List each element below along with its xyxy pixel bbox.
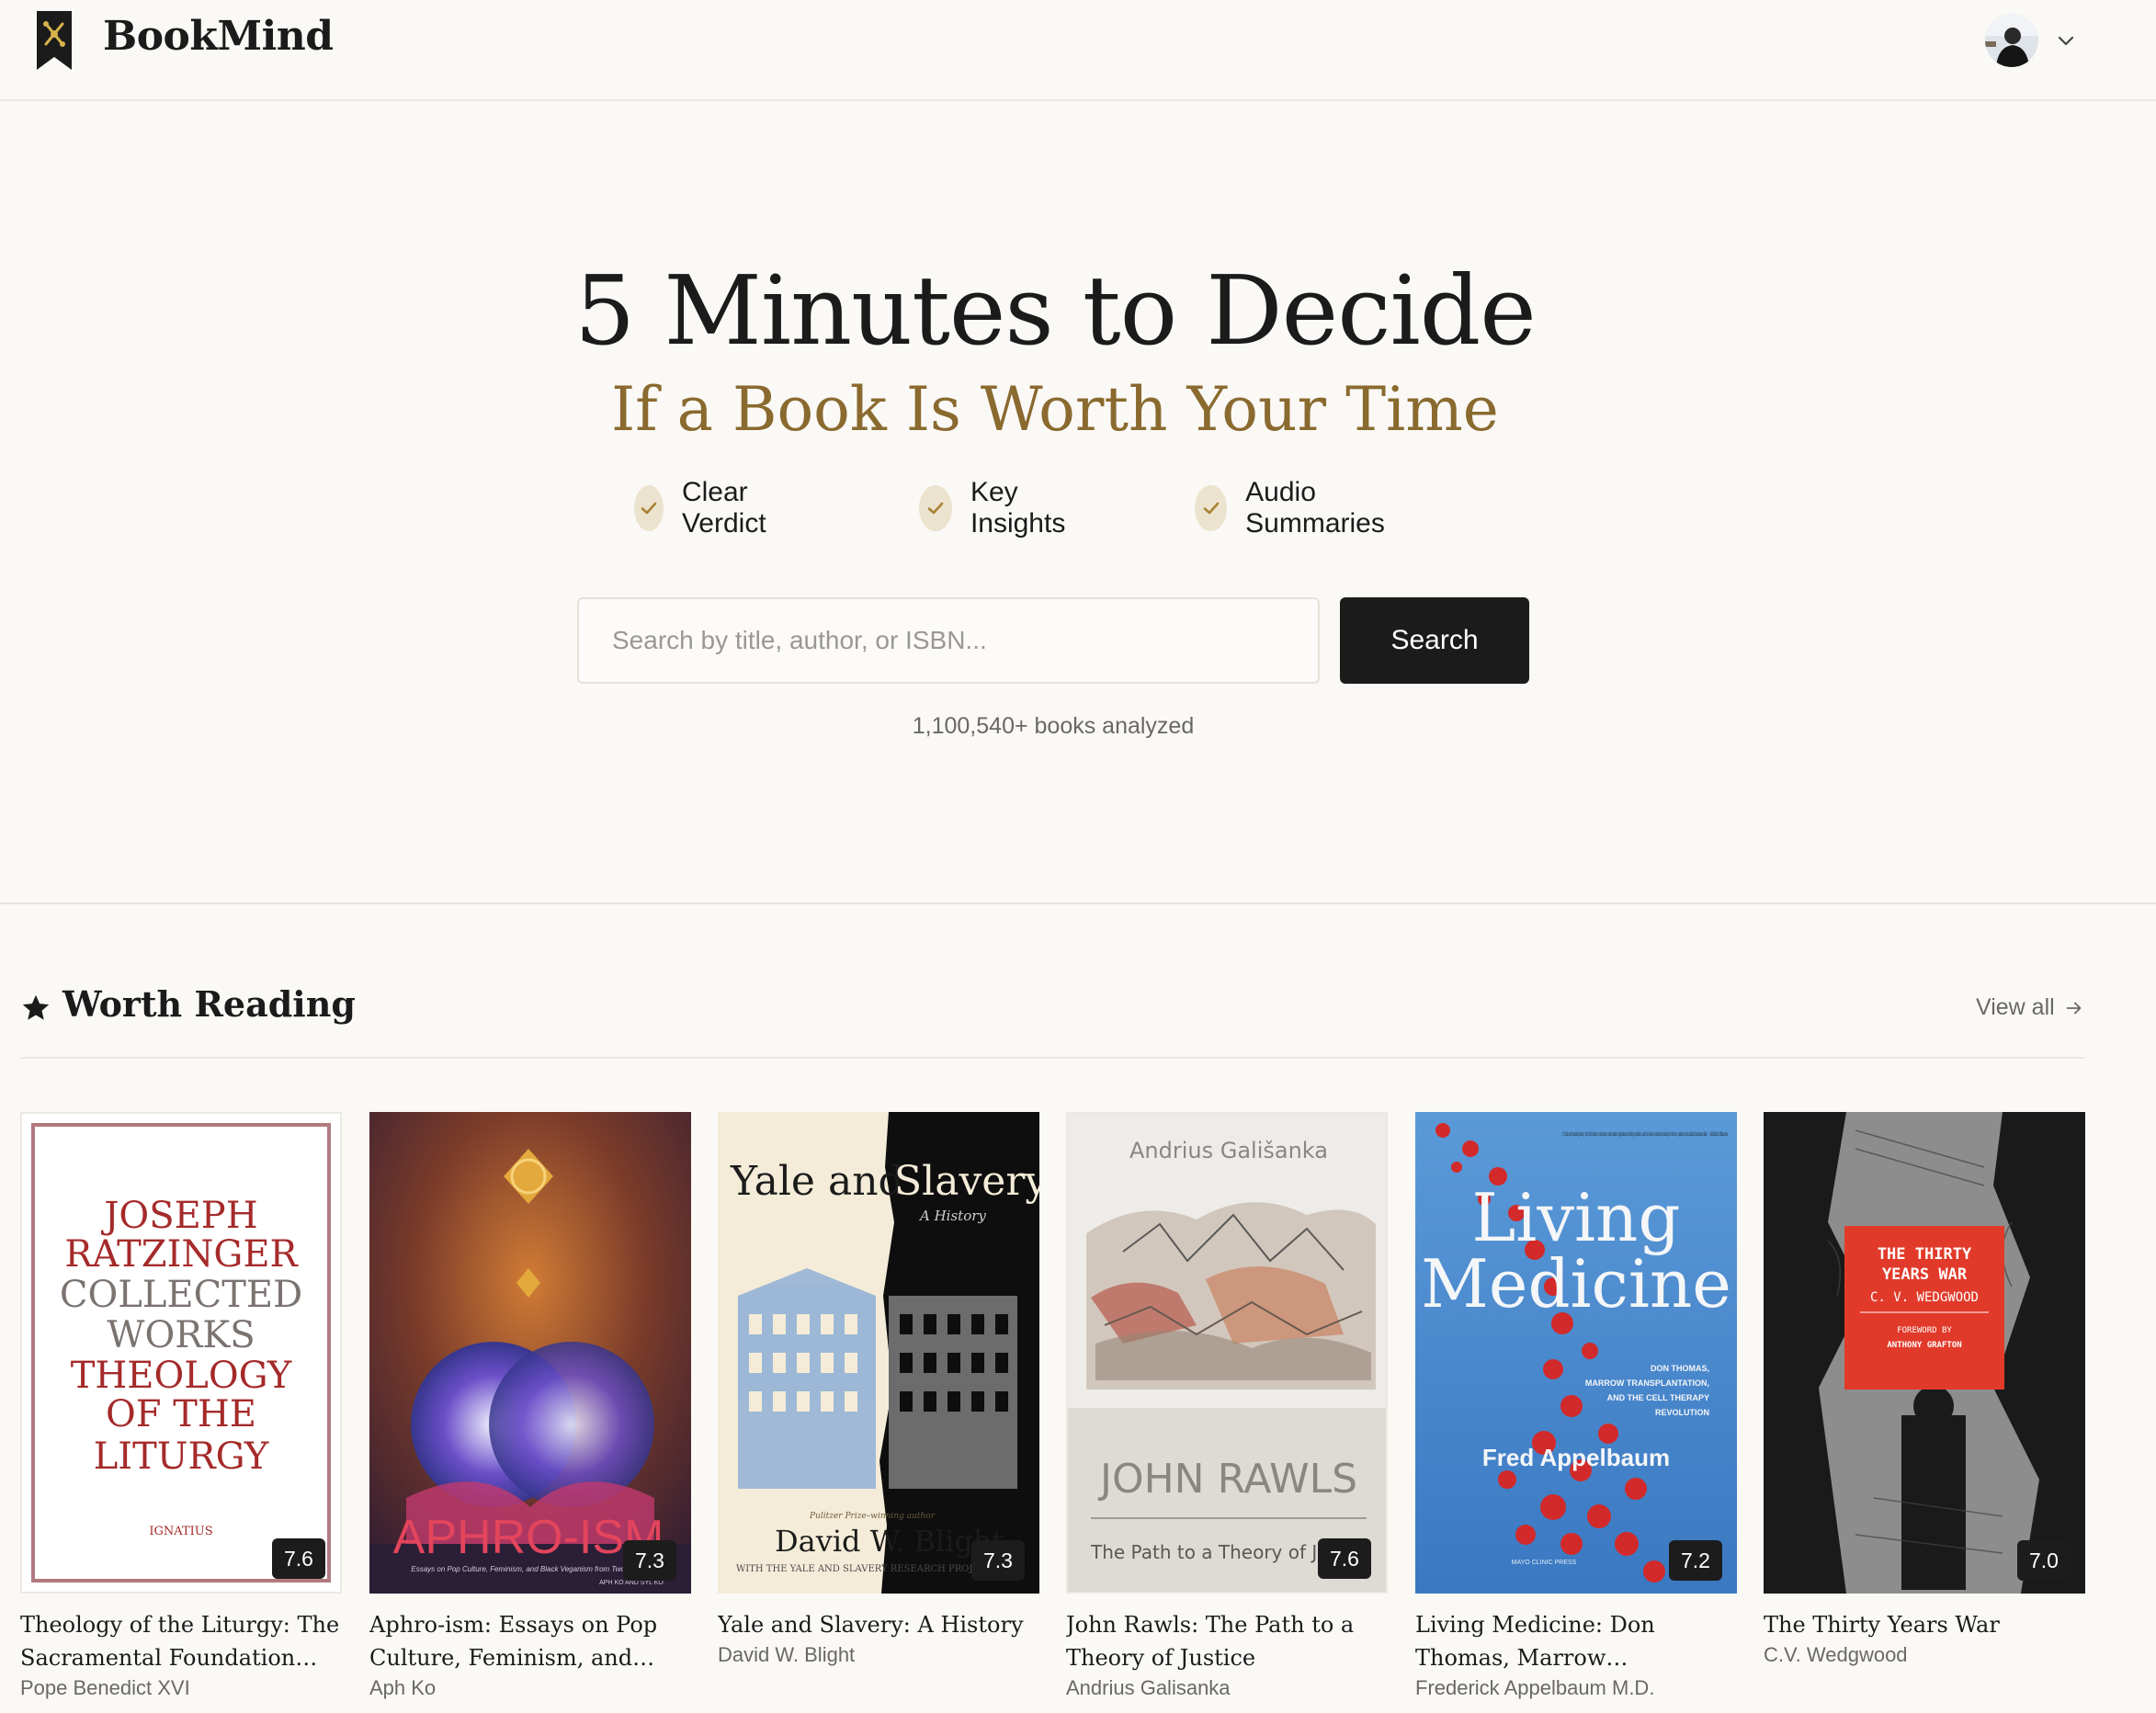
cover-line: Essays on Pop Culture, Feminism, and Bla… xyxy=(411,1565,649,1573)
cover-line: Slavery xyxy=(894,1158,1039,1205)
section-divider xyxy=(0,902,2156,904)
bookmark-logo-icon[interactable] xyxy=(37,11,72,70)
book-title[interactable]: The Thirty Years War xyxy=(1764,1608,2085,1641)
hero-subtitle: If a Book Is Worth Your Time xyxy=(611,374,1499,445)
cover-art: THE THIRTY YEARS WAR C. V. WEDGWOOD FORE… xyxy=(1764,1112,2085,1594)
cover-line: FOREWORD BY xyxy=(1897,1326,1952,1335)
book-card[interactable]: APHRO-ISM Essays on Pop Culture, Feminis… xyxy=(369,1112,691,1700)
section-title: Worth Reading xyxy=(62,983,356,1025)
book-card[interactable]: THE THIRTY YEARS WAR C. V. WEDGWOOD FORE… xyxy=(1764,1112,2085,1667)
book-author: Frederick Appelbaum M.D. xyxy=(1415,1676,1655,1699)
cover-line: Andrius Gališanka xyxy=(1129,1138,1328,1163)
cover-art: Andrius Gališanka JOHN RAWLS The Path to… xyxy=(1068,1114,1386,1592)
cover-blurb: “A vital and touching history, rich with… xyxy=(1562,1131,1728,1138)
cover-line: REVOLUTION xyxy=(1655,1408,1709,1417)
cover-line: JOSEPH xyxy=(100,1195,257,1237)
user-avatar[interactable] xyxy=(1985,14,2038,67)
cover-line: APH KO AND SYL KO xyxy=(599,1580,664,1586)
book-author: C.V. Wedgwood xyxy=(1764,1643,1908,1666)
feature-clear-verdict: Clear Verdict xyxy=(634,477,783,539)
score-badge: 7.6 xyxy=(1318,1538,1371,1579)
book-cover[interactable]: Andrius Gališanka JOHN RAWLS The Path to… xyxy=(1066,1112,1388,1594)
cover-art: “A vital and touching history, rich with… xyxy=(1415,1112,1737,1594)
book-title[interactable]: Aphro-ism: Essays on Pop Culture, Femini… xyxy=(369,1608,691,1674)
cover-art: APHRO-ISM Essays on Pop Culture, Feminis… xyxy=(369,1112,691,1594)
cover-line: ANTHONY GRAFTON xyxy=(1887,1341,1961,1350)
book-card[interactable]: JOSEPH RATZINGER COLLECTED WORKS THEOLOG… xyxy=(20,1112,342,1700)
score-badge: 7.6 xyxy=(272,1538,325,1579)
feature-label: Clear Verdict xyxy=(681,477,766,539)
book-card[interactable]: Yale and Slavery A History Pulitzer Priz… xyxy=(718,1112,1039,1667)
cover-line: DON THOMAS, xyxy=(1651,1364,1709,1373)
cover-line: A History xyxy=(918,1208,986,1224)
section-rule xyxy=(20,1057,2084,1059)
cover-line: MARROW TRANSPLANTATION, xyxy=(1585,1378,1709,1388)
cover-line: OF THE xyxy=(106,1393,256,1435)
book-author: Andrius Galisanka xyxy=(1066,1676,1231,1699)
cover-art: Yale and Slavery A History Pulitzer Priz… xyxy=(718,1112,1039,1594)
feature-audio-summaries: Audio Summaries xyxy=(1195,477,1399,539)
book-card[interactable]: Andrius Gališanka JOHN RAWLS The Path to… xyxy=(1066,1112,1388,1700)
cover-line: YEARS WAR xyxy=(1882,1265,1968,1284)
cover-line: JOHN RAWLS xyxy=(1097,1456,1357,1503)
check-icon xyxy=(1195,485,1228,531)
cover-line: Yale and xyxy=(730,1158,904,1205)
cover-line: THEOLOGY xyxy=(71,1355,292,1397)
book-card[interactable]: “A vital and touching history, rich with… xyxy=(1415,1112,1737,1700)
check-icon xyxy=(919,485,952,531)
cover-line: COLLECTED xyxy=(60,1274,302,1316)
book-title[interactable]: Yale and Slavery: A History xyxy=(718,1608,1039,1641)
book-cover[interactable]: “A vital and touching history, rich with… xyxy=(1415,1112,1737,1594)
check-icon xyxy=(634,485,664,531)
book-author: Aph Ko xyxy=(369,1676,437,1699)
cover-line: WITH THE YALE AND SLAVERY RESEARCH PROJE… xyxy=(736,1564,993,1574)
book-cover[interactable]: APHRO-ISM Essays on Pop Culture, Feminis… xyxy=(369,1112,691,1594)
book-cover[interactable]: JOSEPH RATZINGER COLLECTED WORKS THEOLOG… xyxy=(20,1112,342,1594)
search-button[interactable]: Search xyxy=(1340,597,1529,684)
search-input[interactable] xyxy=(577,597,1320,684)
cover-line: RATZINGER xyxy=(64,1233,299,1276)
cover-publisher: IGNATIUS xyxy=(149,1525,212,1538)
star-icon xyxy=(22,994,50,1020)
brand-name[interactable]: BookMind xyxy=(103,13,334,60)
view-all-link[interactable]: View all xyxy=(1976,994,2084,1021)
book-author: David W. Blight xyxy=(718,1643,856,1666)
cover-line: THE THIRTY xyxy=(1878,1245,1972,1264)
cover-art: JOSEPH RATZINGER COLLECTED WORKS THEOLOG… xyxy=(31,1123,331,1583)
cover-line: MAYO CLINIC PRESS xyxy=(1512,1560,1577,1566)
score-badge: 7.3 xyxy=(971,1540,1025,1581)
score-badge: 7.2 xyxy=(1669,1540,1722,1581)
score-badge: 7.3 xyxy=(623,1540,676,1581)
score-badge: 7.0 xyxy=(2017,1540,2071,1581)
book-title[interactable]: Living Medicine: Don Thomas, Marrow Tran… xyxy=(1415,1608,1737,1674)
cover-line: WORKS xyxy=(107,1314,255,1356)
feature-label: Audio Summaries xyxy=(1245,477,1385,539)
feature-key-insights: Key Insights xyxy=(919,477,1078,539)
book-cover[interactable]: Yale and Slavery A History Pulitzer Priz… xyxy=(718,1112,1039,1594)
book-author: Pope Benedict XVI xyxy=(20,1676,190,1699)
book-cover[interactable]: THE THIRTY YEARS WAR C. V. WEDGWOOD FORE… xyxy=(1764,1112,2085,1594)
chevron-down-icon[interactable] xyxy=(2055,29,2077,51)
top-nav: BookMind xyxy=(0,0,2156,101)
cover-line: Medicine xyxy=(1421,1245,1731,1322)
cover-line: AND THE CELL THERAPY xyxy=(1607,1393,1709,1402)
hero-title: 5 Minutes to Decide xyxy=(574,255,1537,367)
book-title[interactable]: Theology of the Liturgy: The Sacramental… xyxy=(20,1608,342,1674)
cover-line: David W. Blight xyxy=(775,1524,1004,1559)
cover-line: LITURGY xyxy=(94,1435,269,1478)
cover-line: Pulitzer Prize–winning author xyxy=(809,1512,936,1521)
arrow-right-icon xyxy=(2066,1002,2082,1014)
books-analyzed-count: 1,100,540+ books analyzed xyxy=(912,713,1195,739)
feature-label: Key Insights xyxy=(970,477,1066,539)
book-title[interactable]: John Rawls: The Path to a Theory of Just… xyxy=(1066,1608,1388,1674)
cover-line: C. V. WEDGWOOD xyxy=(1870,1290,1979,1305)
cover-line: Fred Appelbaum xyxy=(1482,1444,1670,1471)
view-all-label: View all xyxy=(1976,994,2055,1020)
